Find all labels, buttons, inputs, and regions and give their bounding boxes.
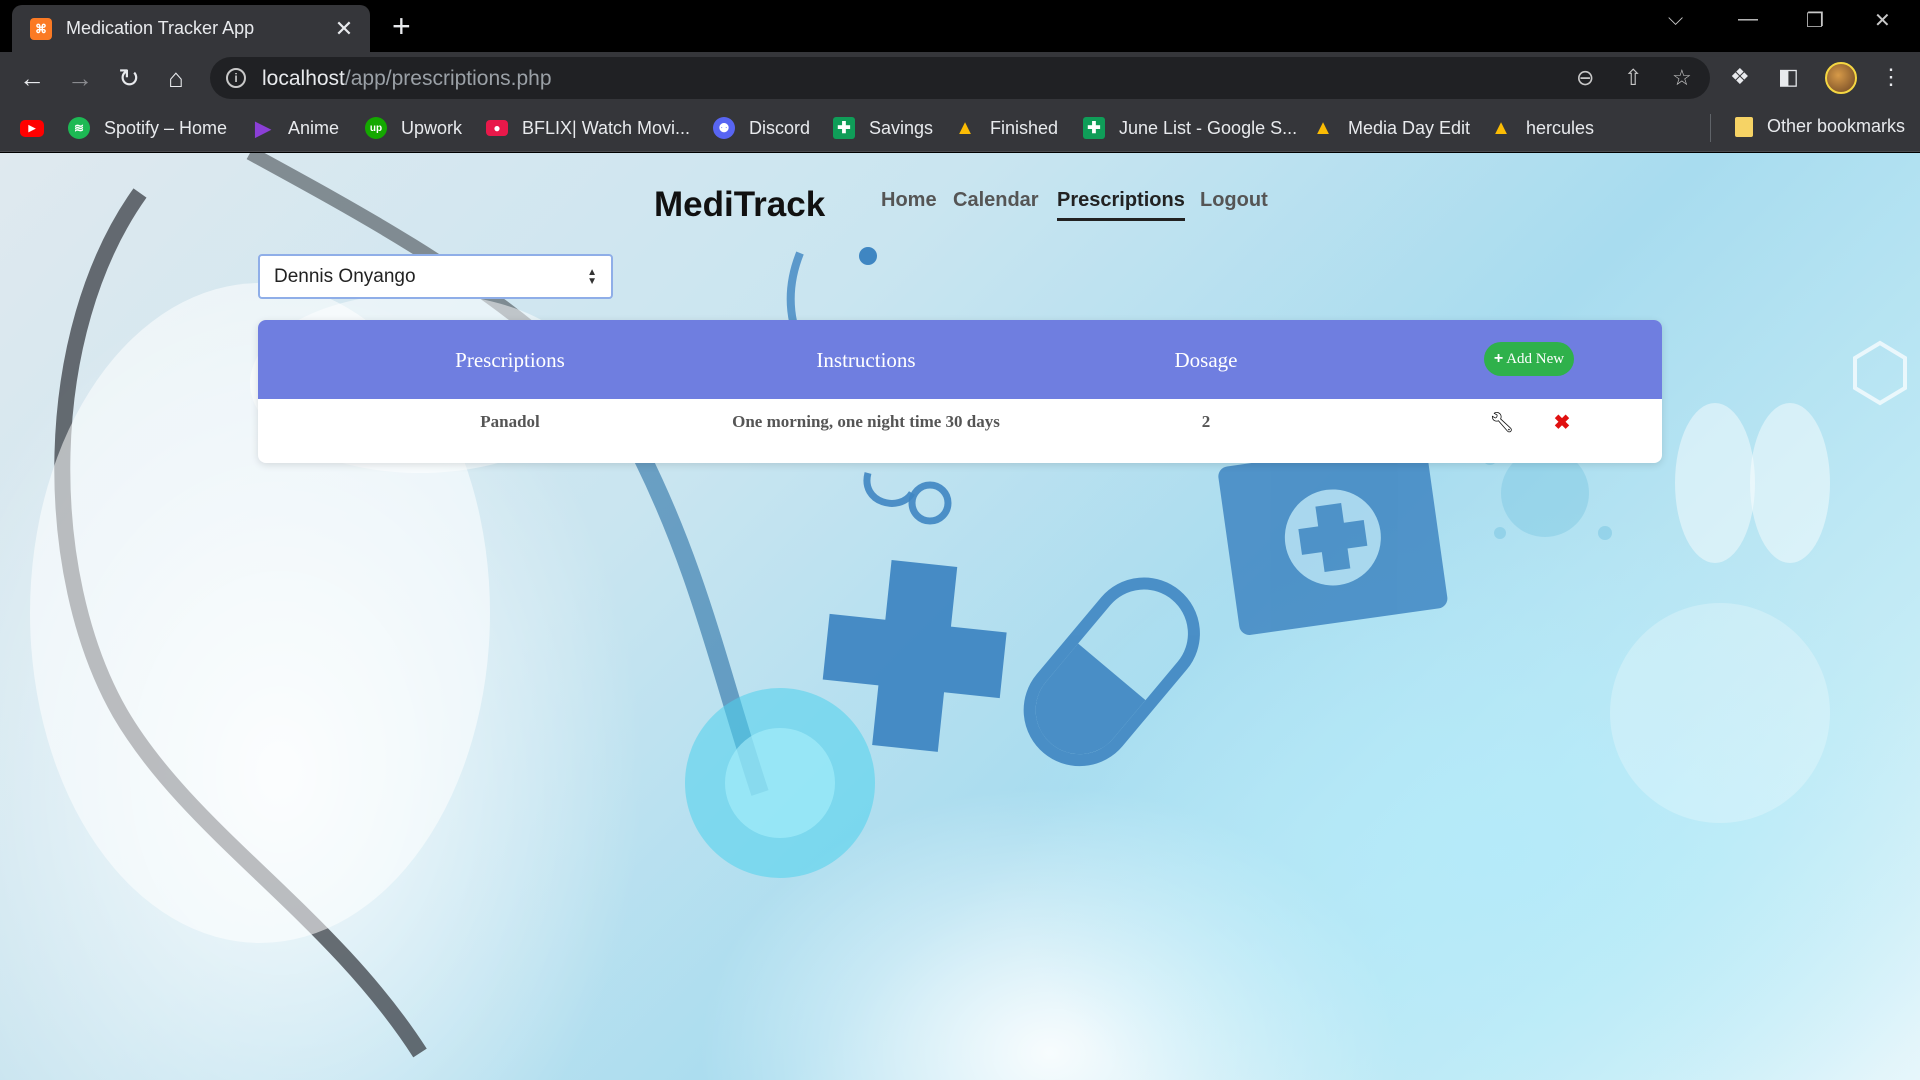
nav-logout[interactable]: Logout [1200,189,1268,212]
play-icon: ▶ [255,117,271,140]
folder-icon [1735,116,1753,137]
bookmark-june-list[interactable]: ✚ June List - Google S... [1083,116,1297,140]
bookmark-discord[interactable]: ⚉ Discord [713,116,810,140]
reload-button[interactable]: ↻ [113,62,145,94]
xampp-icon: ⌘ [30,17,52,40]
site-info-icon[interactable]: i [226,68,246,88]
discord-icon: ⚉ [713,117,735,139]
nav-prescriptions[interactable]: Prescriptions [1057,189,1185,221]
bookmark-youtube[interactable]: ▶ [20,116,44,140]
drive-icon: ▲ [1313,116,1333,139]
column-header-instructions: Instructions [816,348,916,372]
delete-icon[interactable]: ✖ [1554,410,1571,435]
extensions-icon[interactable]: ❖ [1730,64,1750,90]
cell-prescription: Panadol [480,412,540,431]
new-tab-button[interactable]: + [392,10,411,42]
address-bar[interactable]: i localhost/app/prescriptions.php ⊖ ⇧ ☆ [210,57,1710,99]
minimize-button[interactable]: — [1738,8,1758,31]
youtube-icon: ▶ [20,119,44,137]
brand-logo[interactable]: MediTrack [654,185,825,225]
spotify-icon: ≋ [68,117,90,139]
nav-calendar[interactable]: Calendar [953,189,1039,212]
column-header-prescriptions: Prescriptions [455,348,565,372]
back-button[interactable]: ← [16,62,48,94]
bookmark-savings[interactable]: ✚ Savings [833,116,933,140]
wrench-icon[interactable]: 🔧︎ [1489,410,1514,435]
cell-instructions: One morning, one night time 30 days [732,412,1000,431]
sheets-icon: ✚ [833,117,855,139]
bookmark-bflix[interactable]: ● BFLIX| Watch Movi... [486,116,690,140]
bookmark-media-day-edit[interactable]: ▲ Media Day Edit [1312,116,1470,140]
table-header: Prescriptions Instructions Dosage + Add … [258,320,1662,399]
tab-strip: ⌘ Medication Tracker App ✕ + ⌵ — ❐ ✕ [0,0,1920,52]
drive-icon: ▲ [1491,116,1511,139]
patient-select[interactable]: Dennis Onyango ▲ ▼ [258,254,613,299]
bflix-icon: ● [486,120,508,136]
restore-button[interactable]: ❐ [1806,8,1824,33]
column-header-dosage: Dosage [1174,348,1238,372]
sheets-icon: ✚ [1083,117,1105,139]
drive-icon: ▲ [955,116,975,139]
add-new-button[interactable]: + Add New [1484,342,1574,376]
bookmark-finished[interactable]: ▲ Finished [954,116,1058,140]
side-panel-icon[interactable]: ◧ [1778,64,1799,90]
add-new-label: Add New [1506,350,1565,367]
bookmark-spotify[interactable]: ≋ Spotify – Home [68,116,227,140]
bookmark-upwork[interactable]: up Upwork [365,116,462,140]
bookmark-anime[interactable]: ▶ Anime [252,116,339,140]
home-button[interactable]: ⌂ [160,62,192,94]
zoom-icon[interactable]: ⊖ [1576,65,1594,91]
nav-home[interactable]: Home [881,189,937,212]
profile-avatar[interactable] [1825,62,1857,94]
url-text: localhost/app/prescriptions.php [262,67,552,90]
other-bookmarks[interactable]: Other bookmarks [1735,116,1905,137]
browser-tab[interactable]: ⌘ Medication Tracker App ✕ [12,5,370,52]
share-icon[interactable]: ⇧ [1624,65,1642,91]
close-window-button[interactable]: ✕ [1874,8,1891,33]
close-tab-icon[interactable]: ✕ [332,16,356,42]
menu-icon[interactable]: ⋮ [1880,64,1902,90]
forward-button[interactable]: → [64,62,96,94]
plus-icon: + [1493,350,1504,367]
upwork-icon: up [365,117,387,139]
page-viewport: MediTrack Home Calendar Prescriptions Lo… [0,153,1920,1080]
browser-toolbar: ← → ↻ ⌂ i localhost/app/prescriptions.ph… [0,52,1920,104]
bookmarks-bar: ▶ ≋ Spotify – Home ▶ Anime up Upwork ● BFLIX… [0,104,1920,152]
bookmarks-separator [1710,114,1711,142]
tab-title: Medication Tracker App [66,18,255,38]
select-arrows-icon: ▲ ▼ [587,267,597,287]
tab-search-icon[interactable]: ⌵ [1668,8,1683,31]
cell-dosage: 2 [1201,412,1211,431]
prescriptions-table: Prescriptions Instructions Dosage + Add … [258,320,1662,463]
bookmark-hercules[interactable]: ▲ hercules [1490,116,1594,140]
bookmark-star-icon[interactable]: ☆ [1672,65,1692,91]
patient-select-value: Dennis Onyango [274,265,416,287]
